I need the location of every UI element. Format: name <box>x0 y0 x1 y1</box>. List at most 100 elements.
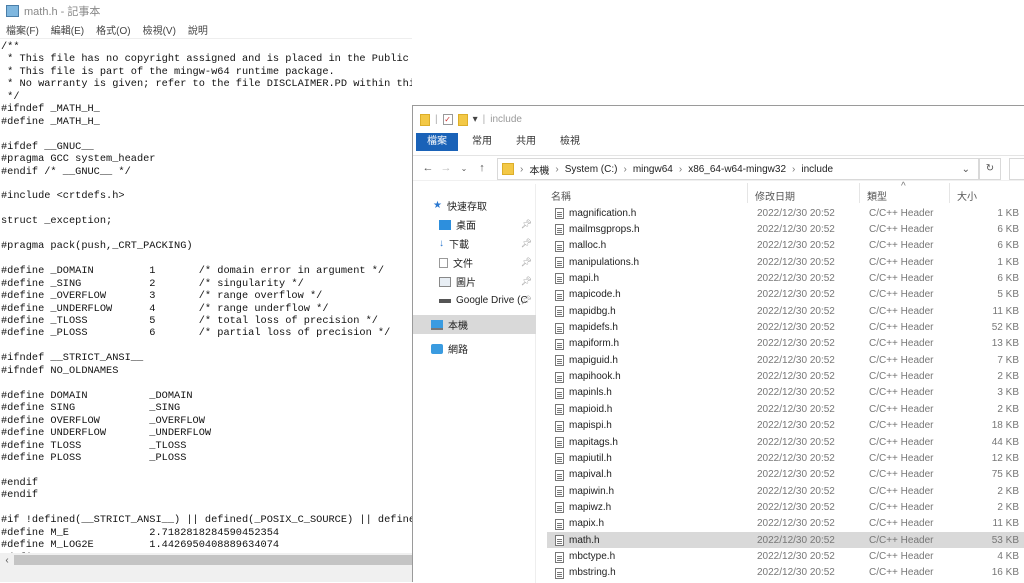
properties-icon[interactable]: ✓ <box>442 114 453 125</box>
file-row[interactable]: mapiguid.h 2022/12/30 20:52 C/C++ Header… <box>547 352 1024 368</box>
breadcrumb-include[interactable]: include <box>801 164 833 175</box>
pin-icon[interactable]: 📌︎ <box>521 238 532 249</box>
file-type: C/C++ Header <box>869 452 934 464</box>
tab-home[interactable]: 常用 <box>458 133 504 151</box>
file-row[interactable]: malloc.h 2022/12/30 20:52 C/C++ Header 6… <box>547 238 1024 254</box>
column-header-date[interactable]: 修改日期 <box>755 188 795 203</box>
file-type: C/C++ Header <box>869 469 934 481</box>
sidebar-item-this-pc[interactable]: 本機 <box>413 315 536 334</box>
refresh-button[interactable]: ↻ <box>979 158 1001 180</box>
tab-view[interactable]: 檢視 <box>548 133 592 151</box>
file-row[interactable]: mapispi.h 2022/12/30 20:52 C/C++ Header … <box>547 418 1024 434</box>
file-row[interactable]: manipulations.h 2022/12/30 20:52 C/C++ H… <box>547 254 1024 270</box>
file-name: mapix.h <box>569 518 605 530</box>
sidebar-item-network[interactable]: 網路 <box>413 339 536 358</box>
pin-icon[interactable]: 📌︎ <box>521 257 532 268</box>
file-name: mapiwz.h <box>569 501 612 513</box>
pin-icon[interactable]: 📌︎ <box>521 276 532 287</box>
back-icon[interactable]: ← <box>419 162 437 174</box>
breadcrumb-system-c[interactable]: System (C:) <box>565 164 618 175</box>
file-name: mapiform.h <box>569 338 620 350</box>
header-file-icon <box>555 240 564 252</box>
file-size: 11 KB <box>992 518 1020 530</box>
breadcrumb-x86-64[interactable]: x86_64-w64-mingw32 <box>688 164 786 175</box>
sidebar-item-quick-access[interactable]: ★ 快速存取 <box>413 196 536 215</box>
sidebar-item-google-drive[interactable]: Google Drive (C 📌︎ <box>413 291 536 310</box>
breadcrumb-mingw64[interactable]: mingw64 <box>633 164 673 175</box>
folder-icon <box>420 113 430 126</box>
column-header-size[interactable]: 大小 <box>957 188 977 203</box>
file-date: 2022/12/30 20:52 <box>757 518 835 530</box>
file-row[interactable]: mbstring.h 2022/12/30 20:52 C/C++ Header… <box>547 565 1024 581</box>
file-row[interactable]: mapioid.h 2022/12/30 20:52 C/C++ Header … <box>547 401 1024 417</box>
file-date: 2022/12/30 20:52 <box>757 452 835 464</box>
pin-icon[interactable]: 📌︎ <box>521 219 532 230</box>
sidebar-item-desktop[interactable]: 桌面 📌︎ <box>413 215 536 234</box>
header-file-icon <box>555 502 564 514</box>
address-bar[interactable]: › 本機 › System (C:) › mingw64 › x86_64-w64-mi… <box>497 158 979 180</box>
tab-file[interactable]: 檔案 <box>416 133 458 151</box>
file-type: C/C++ Header <box>869 420 934 432</box>
sidebar-label: 本機 <box>448 321 468 332</box>
scrollbar-thumb[interactable] <box>14 555 412 565</box>
file-row[interactable]: mapival.h 2022/12/30 20:52 C/C++ Header … <box>547 467 1024 483</box>
sidebar-item-pictures[interactable]: 圖片 📌︎ <box>413 272 536 291</box>
horizontal-scrollbar[interactable]: ‹ <box>0 553 412 567</box>
file-explorer-window: | ✓ ▾ | include 檔案 常用 共用 檢視 ← → ⌄ ↑ › 本機 ›… <box>412 105 1024 583</box>
sidebar-label: 圖片 <box>456 278 476 289</box>
notepad-title-bar: math.h - 記事本 <box>0 0 1024 22</box>
breadcrumb-this-pc[interactable]: 本機 <box>529 162 549 177</box>
file-size: 6 KB <box>997 240 1019 252</box>
notepad-editor[interactable]: /** * This file has no copyright assigne… <box>0 38 412 553</box>
tab-share[interactable]: 共用 <box>504 133 548 151</box>
sidebar-label: 桌面 <box>456 221 476 232</box>
menu-file[interactable]: 檔案(F) <box>6 22 39 38</box>
file-row[interactable]: mapinls.h 2022/12/30 20:52 C/C++ Header … <box>547 385 1024 401</box>
forward-icon[interactable]: → <box>437 162 455 174</box>
file-row[interactable]: mbctype.h 2022/12/30 20:52 C/C++ Header … <box>547 549 1024 565</box>
file-row[interactable]: mapidefs.h 2022/12/30 20:52 C/C++ Header… <box>547 320 1024 336</box>
file-size: 53 KB <box>991 534 1019 546</box>
file-row[interactable]: mapihook.h 2022/12/30 20:52 C/C++ Header… <box>547 369 1024 385</box>
file-row[interactable]: mapiwin.h 2022/12/30 20:52 C/C++ Header … <box>547 483 1024 499</box>
up-icon[interactable]: ↑ <box>473 162 491 174</box>
column-header-name[interactable]: 名稱 <box>551 188 571 203</box>
recent-dropdown-icon[interactable]: ⌄ <box>455 164 473 173</box>
file-row[interactable]: mapix.h 2022/12/30 20:52 C/C++ Header 11… <box>547 516 1024 532</box>
header-file-icon <box>555 437 564 449</box>
file-row[interactable]: mapiutil.h 2022/12/30 20:52 C/C++ Header… <box>547 450 1024 466</box>
editor-text[interactable]: /** * This file has no copyright assigne… <box>1 41 412 553</box>
file-row[interactable]: mapidbg.h 2022/12/30 20:52 C/C++ Header … <box>547 303 1024 319</box>
file-date: 2022/12/30 20:52 <box>757 403 835 415</box>
chevron-down-icon[interactable]: ⌄ <box>962 164 970 175</box>
sidebar-item-downloads[interactable]: ↓ 下載 📌︎ <box>413 234 536 253</box>
file-size: 4 KB <box>997 551 1019 563</box>
network-icon <box>431 343 443 354</box>
new-folder-icon[interactable] <box>457 113 468 126</box>
file-row[interactable]: mapitags.h 2022/12/30 20:52 C/C++ Header… <box>547 434 1024 450</box>
file-row[interactable]: mapicode.h 2022/12/30 20:52 C/C++ Header… <box>547 287 1024 303</box>
header-file-icon <box>555 567 564 579</box>
file-row[interactable]: math.h 2022/12/30 20:52 C/C++ Header 53 … <box>547 532 1024 549</box>
file-row[interactable]: mapiwz.h 2022/12/30 20:52 C/C++ Header 2… <box>547 499 1024 515</box>
search-input[interactable] <box>1009 158 1024 180</box>
file-size: 11 KB <box>992 305 1020 317</box>
menu-view[interactable]: 檢視(V) <box>143 22 176 38</box>
file-date: 2022/12/30 20:52 <box>757 534 835 546</box>
file-type: C/C++ Header <box>869 403 934 415</box>
file-row[interactable]: mapiform.h 2022/12/30 20:52 C/C++ Header… <box>547 336 1024 352</box>
pin-icon[interactable]: 📌︎ <box>521 295 532 306</box>
column-header-type[interactable]: 類型 <box>867 188 887 203</box>
sidebar-item-documents[interactable]: 文件 📌︎ <box>413 253 536 272</box>
menu-edit[interactable]: 編輯(E) <box>51 22 84 38</box>
scroll-left-icon[interactable]: ‹ <box>0 555 14 566</box>
file-row[interactable]: mapi.h 2022/12/30 20:52 C/C++ Header 6 K… <box>547 270 1024 286</box>
file-row[interactable]: magnification.h 2022/12/30 20:52 C/C++ H… <box>547 205 1024 221</box>
picture-icon <box>439 276 451 287</box>
menu-format[interactable]: 格式(O) <box>96 22 130 38</box>
file-date: 2022/12/30 20:52 <box>757 305 835 317</box>
quick-access-dropdown-icon[interactable]: ▾ <box>473 114 478 125</box>
menu-help[interactable]: 說明 <box>188 22 208 38</box>
file-name: manipulations.h <box>569 256 640 268</box>
file-row[interactable]: mailmsgprops.h 2022/12/30 20:52 C/C++ He… <box>547 221 1024 237</box>
